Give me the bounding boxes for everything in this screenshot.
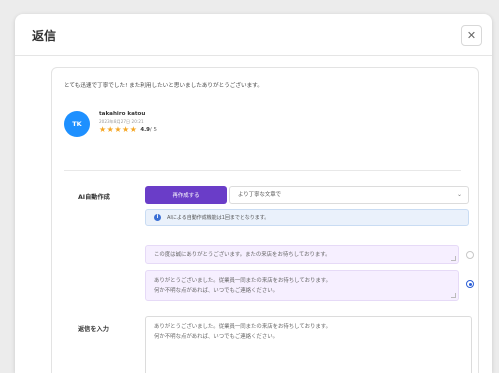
reply-modal: 返信 ✕ とても迅速で丁寧でした! また利用したいと思いましたありがとうございま… (15, 14, 492, 373)
modal-header: 返信 ✕ (15, 14, 492, 56)
suggestion-1-radio[interactable] (466, 251, 474, 259)
star-icon: ★ (122, 125, 130, 134)
rating-value: 4.9 (140, 127, 150, 133)
reply-input-label: 返信を入力 (78, 326, 109, 333)
rating-max: / 5 (149, 127, 157, 133)
star-rating: ★ ★ ★ ★ ★ 4.9 / 5 (99, 126, 157, 134)
suggestion-text: この度は誠にありがとうございます。またの来店をお待ちしております。 (154, 252, 331, 258)
reply-textarea[interactable] (145, 316, 472, 373)
regenerate-button[interactable]: 再作成する (145, 186, 227, 204)
avatar: TK (64, 111, 90, 137)
resize-handle (451, 256, 456, 261)
star-icon: ★ (99, 125, 107, 134)
modal-title: 返信 (32, 29, 57, 43)
info-icon: i (154, 214, 161, 221)
review-text: とても迅速で丁寧でした! また利用したいと思いましたありがとうございます。 (64, 83, 263, 89)
star-icon: ★ (114, 125, 122, 134)
ai-suggestion-1[interactable]: この度は誠にありがとうございます。またの来店をお待ちしております。 (145, 245, 459, 264)
reply-content-panel: とても迅速で丁寧でした! また利用したいと思いましたありがとうございます。 TK… (51, 67, 479, 373)
suggestion-text: ありがとうございました。従業員一同またの来店をお待ちしております。 何か不明な点… (154, 278, 332, 294)
close-button[interactable]: ✕ (461, 25, 482, 46)
info-text: AIによる自動作成機能は1回までとなります。 (167, 215, 270, 221)
close-icon: ✕ (466, 29, 477, 42)
tone-select-value: より丁寧な文章で (238, 192, 282, 198)
star-icon: ★ (106, 125, 114, 134)
ai-suggestion-2[interactable]: ありがとうございました。従業員一同またの来店をお待ちしております。 何か不明な点… (145, 270, 459, 301)
resize-handle (451, 293, 456, 298)
divider (64, 170, 461, 171)
tone-select[interactable]: より丁寧な文章で ⌄ (229, 186, 469, 204)
info-banner: i AIによる自動作成機能は1回までとなります。 (145, 209, 469, 226)
reviewer-name: takahiro katou (99, 111, 146, 117)
ai-generate-label: AI自動作成 (78, 194, 110, 201)
star-icon: ★ (129, 125, 137, 134)
chevron-down-icon: ⌄ (456, 191, 462, 198)
suggestion-2-radio[interactable] (466, 280, 474, 288)
